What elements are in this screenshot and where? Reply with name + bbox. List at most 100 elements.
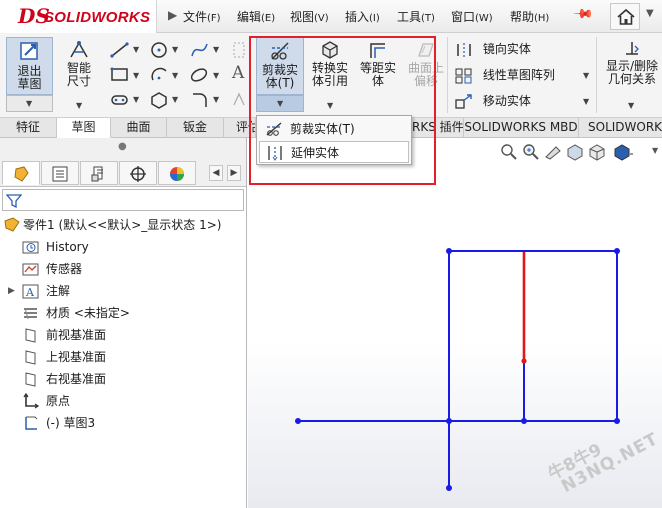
- relations-label-2: 几何关系: [607, 72, 656, 86]
- mirror-entities-button[interactable]: 镜向实体: [455, 40, 531, 58]
- slot-dropdown-icon[interactable]: ▼: [133, 95, 139, 104]
- sketch-point[interactable]: [446, 485, 452, 491]
- tab-surfaces-label: 曲面: [126, 120, 151, 134]
- smart-dimension-dropdown-icon[interactable]: ▼: [76, 101, 82, 110]
- sketch-canvas[interactable]: [248, 138, 662, 508]
- relations-dropdown-icon[interactable]: ▼: [628, 101, 634, 110]
- tab-configuration-manager[interactable]: [80, 161, 118, 185]
- menu-insert-hotkey: (I): [369, 13, 380, 24]
- tab-property-manager[interactable]: [41, 161, 79, 185]
- spline-icon[interactable]: [190, 41, 210, 59]
- fillet-dropdown-icon[interactable]: ▼: [213, 95, 219, 104]
- smart-dimension-button[interactable]: 智能尺寸: [57, 40, 101, 96]
- tab-scroll-left-icon[interactable]: ◀: [209, 165, 223, 181]
- expand-arrow-icon[interactable]: ▶: [8, 286, 15, 296]
- line-dropdown-icon[interactable]: ▼: [133, 45, 139, 54]
- tab-sheet-metal-label: 钣金: [182, 120, 207, 134]
- circle-dropdown-icon[interactable]: ▼: [172, 45, 178, 54]
- exit-sketch-button[interactable]: 退出草图: [6, 37, 53, 95]
- feature-manager-panel: ● ◀ ▶ 零件1 (默认<<默认>_显示状态 1>) History 传感器: [0, 138, 247, 508]
- spline-dropdown-icon[interactable]: ▼: [213, 45, 219, 54]
- tab-display-manager[interactable]: [158, 161, 196, 185]
- rectangle-dropdown-icon[interactable]: ▼: [133, 71, 139, 80]
- menu-edit[interactable]: 编辑(E): [237, 8, 275, 25]
- move-entities-dropdown-icon[interactable]: ▼: [583, 97, 589, 106]
- sketch-point[interactable]: [446, 418, 452, 424]
- plane-icon: [25, 372, 36, 387]
- polygon-dropdown-icon[interactable]: ▼: [172, 95, 178, 104]
- fillet-icon[interactable]: [190, 91, 210, 109]
- tab-scroll-right-icon[interactable]: ▶: [227, 165, 241, 181]
- tab-features[interactable]: 特征: [0, 118, 57, 138]
- ribbon-separator: [596, 37, 597, 113]
- panel-grip[interactable]: ●: [0, 138, 246, 160]
- construction-icon[interactable]: [232, 41, 246, 59]
- plane-sketch-icon[interactable]: [232, 91, 246, 109]
- sketch-point[interactable]: [295, 418, 301, 424]
- tree-item-label: 注解: [46, 284, 71, 298]
- menu-help[interactable]: 帮助(H): [510, 8, 549, 25]
- sketch-point-selected[interactable]: [521, 358, 527, 364]
- sketch-point[interactable]: [614, 248, 620, 254]
- svg-text:A: A: [25, 286, 35, 299]
- menu-window[interactable]: 窗口(W): [451, 8, 493, 25]
- tab-feature-manager[interactable]: [2, 161, 40, 185]
- plane-icon: [25, 328, 36, 343]
- smart-dimension-icon: [70, 41, 88, 58]
- menu-view[interactable]: 视图(V): [290, 8, 329, 25]
- tab-dimxpert-manager[interactable]: [119, 161, 157, 185]
- tab-more-label: SOLIDWORKS: [588, 120, 662, 134]
- linear-pattern-dropdown-icon[interactable]: ▼: [583, 71, 589, 80]
- tab-solidworks-more[interactable]: SOLIDWORKS: [579, 118, 662, 138]
- ellipse-icon[interactable]: [190, 66, 210, 84]
- menu-window-hotkey: (W): [475, 13, 493, 24]
- move-entities-button[interactable]: 移动实体: [455, 92, 531, 110]
- menu-insert[interactable]: 插入(I): [345, 8, 380, 25]
- pin-icon[interactable]: 📌: [572, 3, 594, 25]
- home-button[interactable]: [610, 3, 640, 30]
- ellipse-dropdown-icon[interactable]: ▼: [213, 71, 219, 80]
- arc-icon[interactable]: [150, 66, 170, 84]
- sketch-point[interactable]: [614, 418, 620, 424]
- tab-sheet-metal[interactable]: 钣金: [167, 118, 224, 138]
- move-icon: [455, 93, 472, 109]
- tree-item-label: 上视基准面: [46, 350, 107, 364]
- mirror-icon: [457, 42, 471, 57]
- linear-pattern-button[interactable]: 线性草图阵列: [455, 66, 555, 84]
- text-icon[interactable]: A: [232, 63, 244, 83]
- menu-edit-label: 编辑: [237, 10, 262, 24]
- tab-mbd-label: SOLIDWORKS MBD: [464, 120, 578, 134]
- menu-tools[interactable]: 工具(T): [397, 8, 435, 25]
- menu-file-label: 文件: [183, 10, 208, 24]
- plane-icon: [25, 350, 36, 365]
- sketch-point[interactable]: [521, 418, 527, 424]
- logo-menu-arrow-icon[interactable]: ▶: [168, 8, 177, 22]
- tab-surfaces[interactable]: 曲面: [111, 118, 167, 138]
- circle-icon[interactable]: [150, 41, 170, 59]
- sensor-icon: [22, 263, 39, 276]
- menu-file-hotkey: (F): [207, 13, 221, 24]
- arc-dropdown-icon[interactable]: ▼: [172, 71, 178, 80]
- menu-help-label: 帮助: [510, 10, 535, 24]
- slot-icon[interactable]: [110, 93, 130, 107]
- sketch-icon: [25, 416, 38, 430]
- solidworks-logo[interactable]: DS SOLIDWORKS: [0, 0, 157, 33]
- sketch-point[interactable]: [446, 248, 452, 254]
- menu-edit-hotkey: (E): [261, 13, 276, 24]
- annotation-icon: A: [22, 284, 39, 299]
- tab-sketch[interactable]: 草图: [57, 118, 111, 138]
- filter-icon: [6, 194, 22, 209]
- home-dropdown-arrow-icon[interactable]: ▼: [646, 8, 654, 19]
- menu-tools-label: 工具: [397, 10, 422, 24]
- dimxpert-icon: [130, 166, 146, 182]
- rectangle-icon[interactable]: [110, 67, 130, 83]
- sketch-rectangle[interactable]: [448, 250, 618, 422]
- polygon-icon[interactable]: [150, 91, 170, 109]
- exit-sketch-dropdown[interactable]: ▼: [6, 95, 53, 112]
- menu-file[interactable]: 文件(F): [183, 8, 221, 25]
- line-icon[interactable]: [110, 42, 130, 58]
- display-delete-relations-button[interactable]: 显示/删除 几何关系: [601, 40, 662, 96]
- feature-filter[interactable]: [2, 189, 244, 211]
- tab-solidworks-mbd[interactable]: SOLIDWORKS MBD: [464, 118, 579, 138]
- display-manager-icon: [170, 167, 184, 181]
